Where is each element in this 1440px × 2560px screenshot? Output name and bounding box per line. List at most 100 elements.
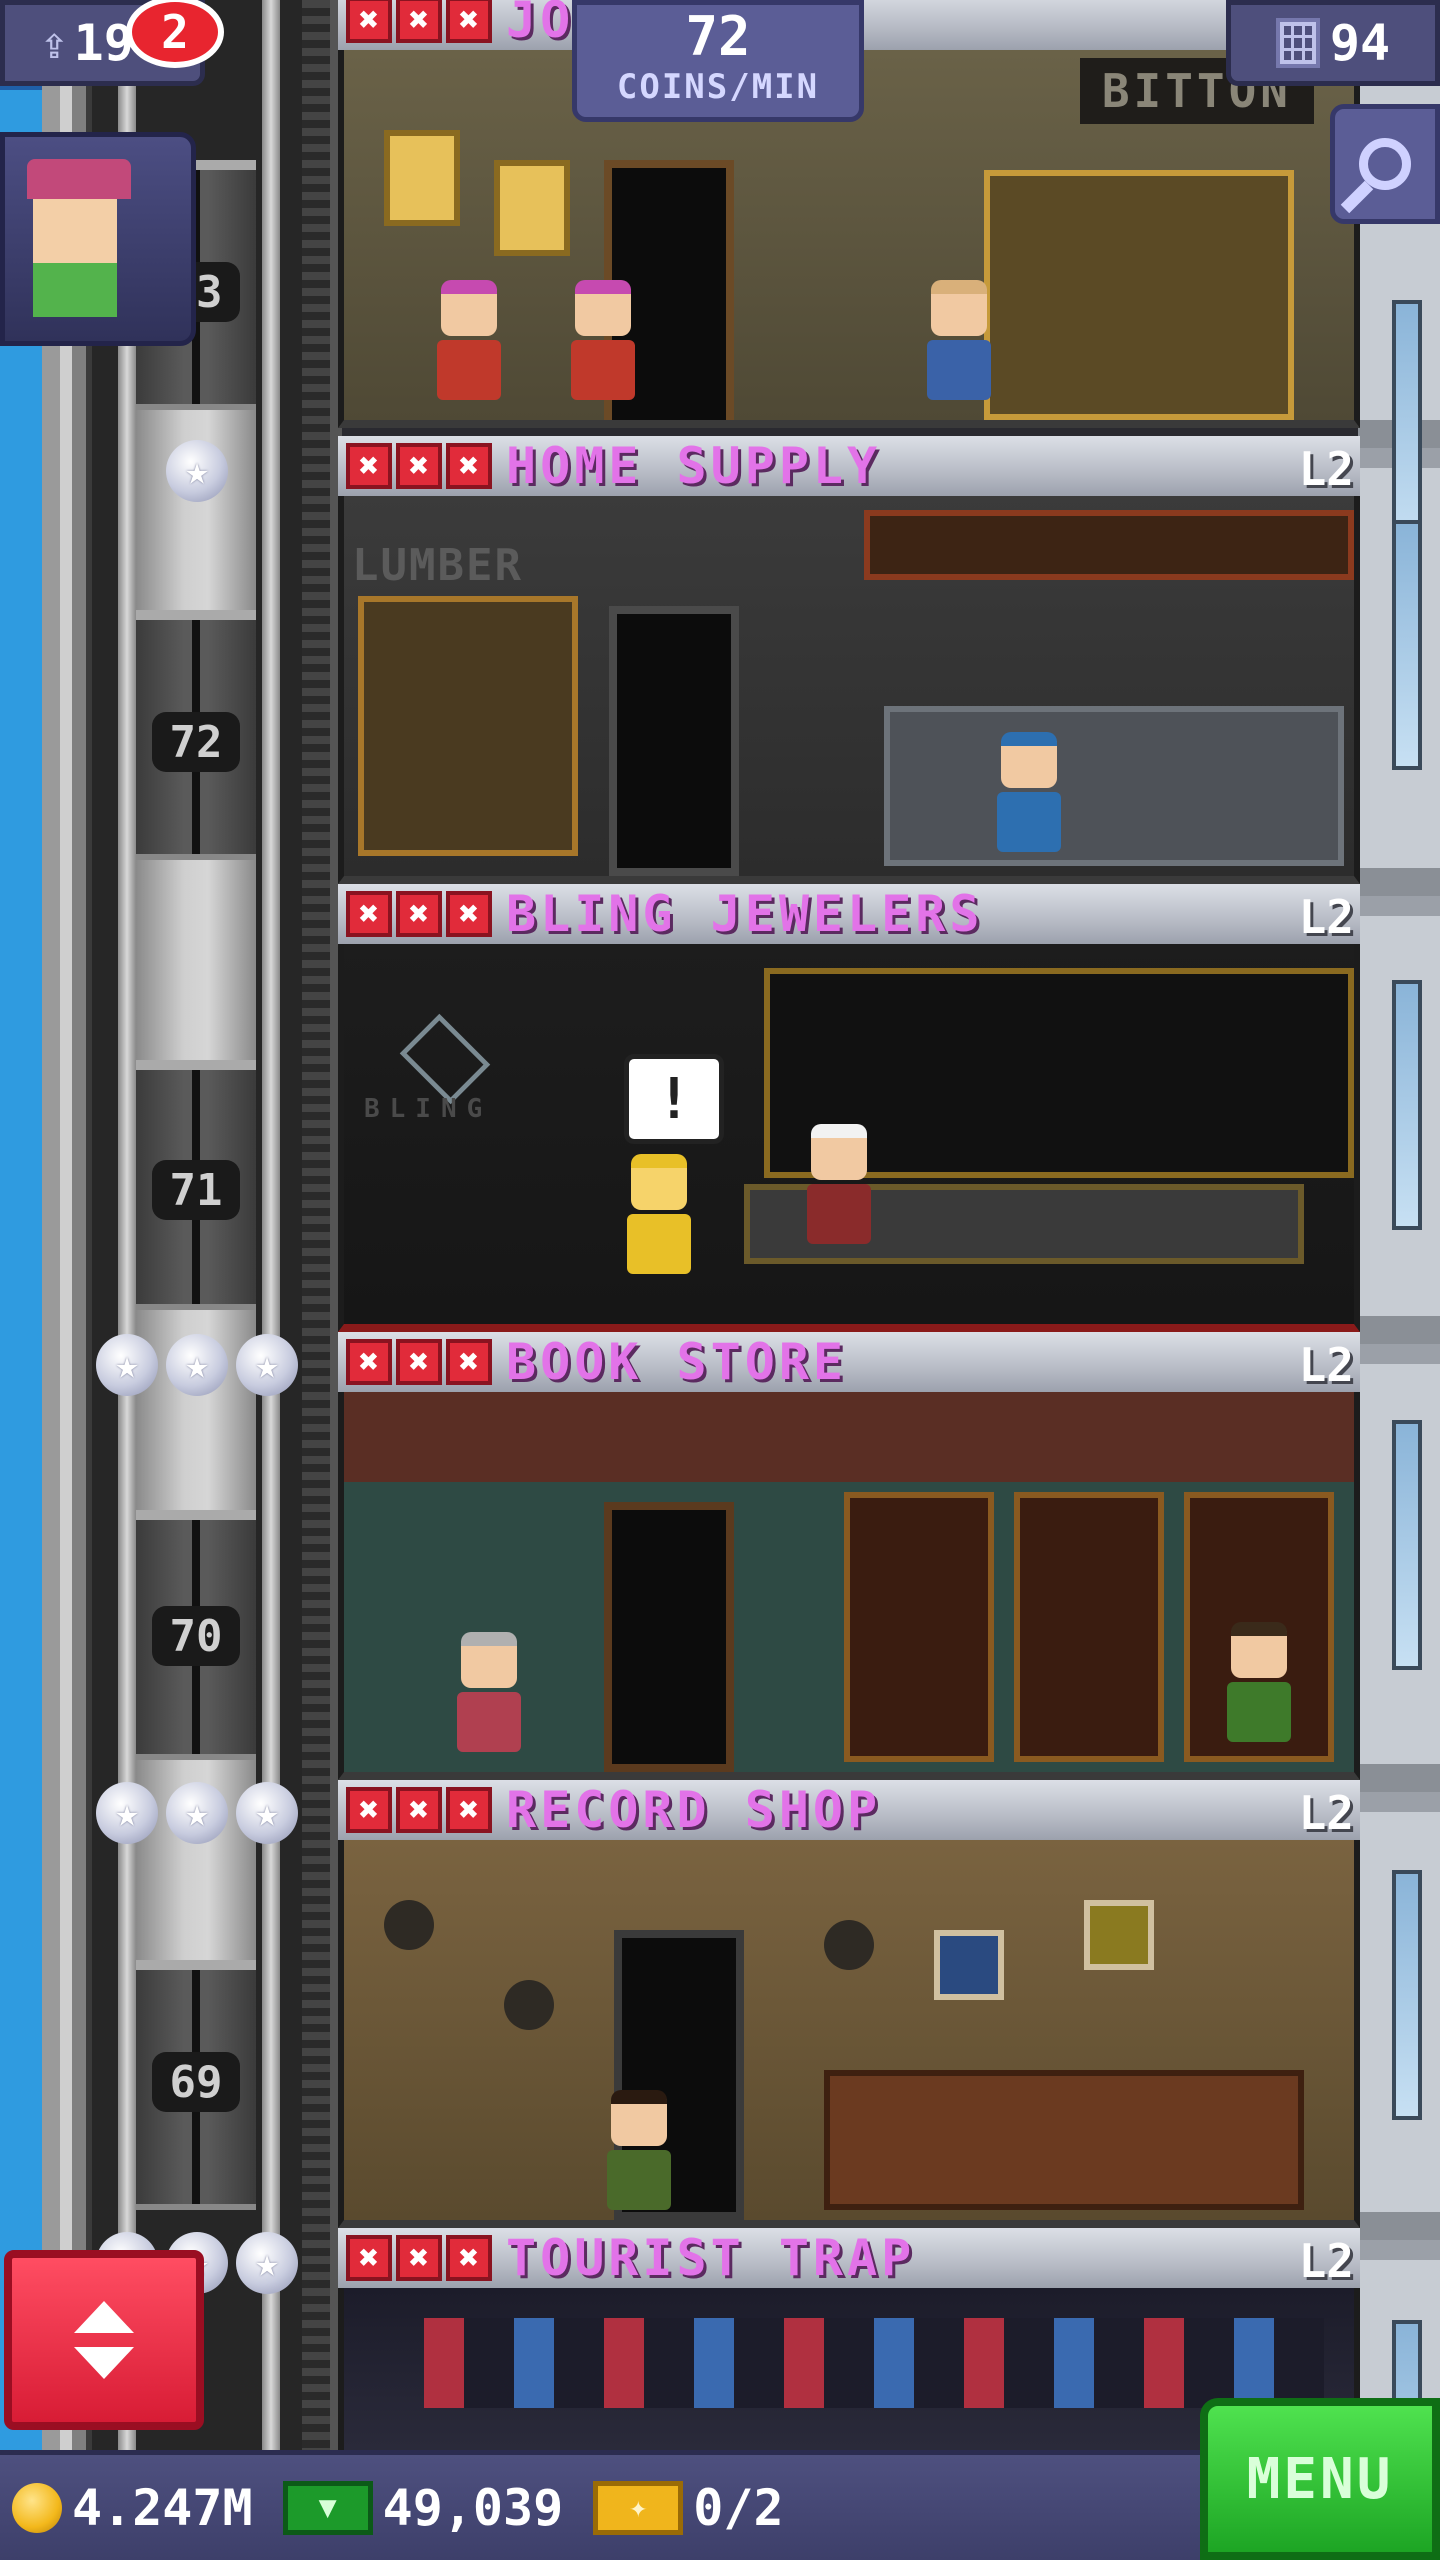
star-icon: ★ xyxy=(166,1782,228,1844)
floor-number-69: 69 xyxy=(152,2052,240,2112)
wall-frame xyxy=(494,160,570,256)
store-name: BOOK STORE xyxy=(506,1333,848,1391)
store-name: RECORD SHOP xyxy=(506,1781,882,1839)
x-mark-icon: ✖ xyxy=(346,1339,392,1385)
x-mark-icon: ✖ xyxy=(346,2235,392,2281)
floor-book-store[interactable]: ✖ ✖ ✖ BOOK STORE L2 xyxy=(338,1332,1360,1780)
album-frame xyxy=(934,1930,1004,2000)
store-name: TOURIST TRAP xyxy=(506,2229,916,2287)
visitor-button[interactable] xyxy=(0,132,196,346)
coin-icon xyxy=(12,2482,62,2533)
bux-value: 49,039 xyxy=(382,2478,564,2537)
floor-number-70: 70 xyxy=(152,1606,240,1666)
x-mark-icon: ✖ xyxy=(446,1339,492,1385)
album-frame xyxy=(1084,1900,1154,1970)
speech-bubble[interactable]: ! xyxy=(624,1054,724,1144)
floor-number-72: 72 xyxy=(152,712,240,772)
quality-marks: ✖ ✖ ✖ xyxy=(346,891,492,937)
floor-banner: ✖ ✖ ✖ BLING JEWELERS L2 xyxy=(338,884,1360,944)
x-mark-icon: ✖ xyxy=(396,891,442,937)
x-mark-icon: ✖ xyxy=(446,1787,492,1833)
floor-room[interactable] xyxy=(338,1840,1360,2228)
x-mark-icon: ✖ xyxy=(396,1339,442,1385)
bitizen[interactable] xyxy=(434,280,504,410)
floor-bling-jewelers[interactable]: ✖ ✖ ✖ BLING JEWELERS L2 BLING ! xyxy=(338,884,1360,1332)
star-icon: ★ xyxy=(236,1782,298,1844)
tower-window xyxy=(1392,300,1422,550)
bitizen[interactable] xyxy=(454,1632,524,1762)
elevator-rail-right xyxy=(262,0,280,2450)
bitizen[interactable] xyxy=(604,2090,674,2220)
x-mark-icon: ✖ xyxy=(346,443,392,489)
coins-per-min-panel[interactable]: 72 COINS/MIN xyxy=(572,0,864,122)
floor-counter[interactable]: 94 xyxy=(1226,0,1440,86)
store-level: L2 xyxy=(1298,1786,1354,1840)
store-level: L2 xyxy=(1298,890,1354,944)
star-rating: ★ ★ ★ xyxy=(96,1334,298,1396)
store-door xyxy=(609,606,739,876)
vinyl-record-icon xyxy=(504,1980,554,2030)
arrow-up-icon xyxy=(74,2301,134,2333)
person-icon: ⇪ xyxy=(41,17,68,69)
bitizen[interactable] xyxy=(1224,1622,1294,1752)
bux-stat[interactable]: ▼ 49,039 xyxy=(282,2478,564,2537)
ticket-icon: ✦ xyxy=(593,2480,684,2535)
floor-record-shop[interactable]: ✖ ✖ ✖ RECORD SHOP L2 xyxy=(338,1780,1360,2228)
floor-banner: ✖ ✖ ✖ HOME SUPPLY L2 xyxy=(338,436,1360,496)
x-mark-icon: ✖ xyxy=(396,2235,442,2281)
tower-window xyxy=(1392,1420,1422,1670)
floor-banner: ✖ ✖ ✖ TOURIST TRAP L2 xyxy=(338,2228,1360,2288)
quality-marks: ✖ ✖ ✖ xyxy=(346,2235,492,2281)
star-icon: ★ xyxy=(236,1334,298,1396)
quality-marks: ✖ ✖ ✖ xyxy=(346,443,492,489)
store-level: L2 xyxy=(1298,442,1354,496)
floor-banner: ✖ ✖ ✖ RECORD SHOP L2 xyxy=(338,1780,1360,1840)
star-icon: ★ xyxy=(96,1334,158,1396)
floor-number-71: 71 xyxy=(152,1160,240,1220)
bitizen[interactable] xyxy=(994,732,1064,862)
coins-per-min-value: 72 xyxy=(685,5,751,68)
store-shelf xyxy=(984,170,1294,420)
record-bins xyxy=(824,2070,1304,2210)
bitizen[interactable] xyxy=(624,1154,694,1284)
tickets-stat[interactable]: ✦ 0/2 xyxy=(593,2478,784,2537)
store-sign: BLING xyxy=(364,1094,493,1124)
star-icon: ★ xyxy=(166,1334,228,1396)
x-mark-icon: ✖ xyxy=(446,0,492,43)
bitizen[interactable] xyxy=(804,1124,874,1254)
search-button[interactable] xyxy=(1330,104,1440,224)
tower-window xyxy=(1392,520,1422,770)
visitor-avatar xyxy=(27,159,137,329)
building-icon xyxy=(1275,18,1320,68)
store-name: BLING JEWELERS xyxy=(506,885,984,943)
store-door xyxy=(604,1502,734,1772)
bitizen[interactable] xyxy=(924,280,994,410)
x-mark-icon: ✖ xyxy=(346,1787,392,1833)
elevator-button[interactable] xyxy=(4,2250,204,2430)
store-level: L2 xyxy=(1298,2234,1354,2288)
x-mark-icon: ✖ xyxy=(396,443,442,489)
menu-button[interactable]: MENU xyxy=(1200,2398,1440,2560)
tickets-value: 0/2 xyxy=(693,2478,784,2537)
bux-icon: ▼ xyxy=(282,2480,373,2535)
coins-stat[interactable]: 4.247M xyxy=(12,2479,253,2537)
star-icon: ★ xyxy=(166,440,228,502)
floor-room[interactable]: BLING ! xyxy=(338,944,1360,1332)
lumber-rack xyxy=(358,596,578,856)
coins-per-min-label: COINS/MIN xyxy=(616,67,820,107)
arrow-down-icon xyxy=(74,2347,134,2379)
tower-window xyxy=(1392,980,1422,1230)
x-mark-icon: ✖ xyxy=(346,0,392,43)
floor-room[interactable] xyxy=(338,1392,1360,1780)
bitizen[interactable] xyxy=(568,280,638,410)
bookshelf xyxy=(1014,1492,1164,1762)
x-mark-icon: ✖ xyxy=(346,891,392,937)
x-mark-icon: ✖ xyxy=(446,2235,492,2281)
floor-count-value: 94 xyxy=(1329,14,1391,72)
elevator-gap xyxy=(136,860,256,1060)
bookshelf xyxy=(844,1492,994,1762)
coins-value: 4.247M xyxy=(72,2478,253,2537)
floor-room[interactable]: LUMBER xyxy=(338,496,1360,884)
star-rating: ★ ★ ★ xyxy=(96,1782,298,1844)
floor-home-supply[interactable]: ✖ ✖ ✖ HOME SUPPLY L2 LUMBER xyxy=(338,436,1360,884)
